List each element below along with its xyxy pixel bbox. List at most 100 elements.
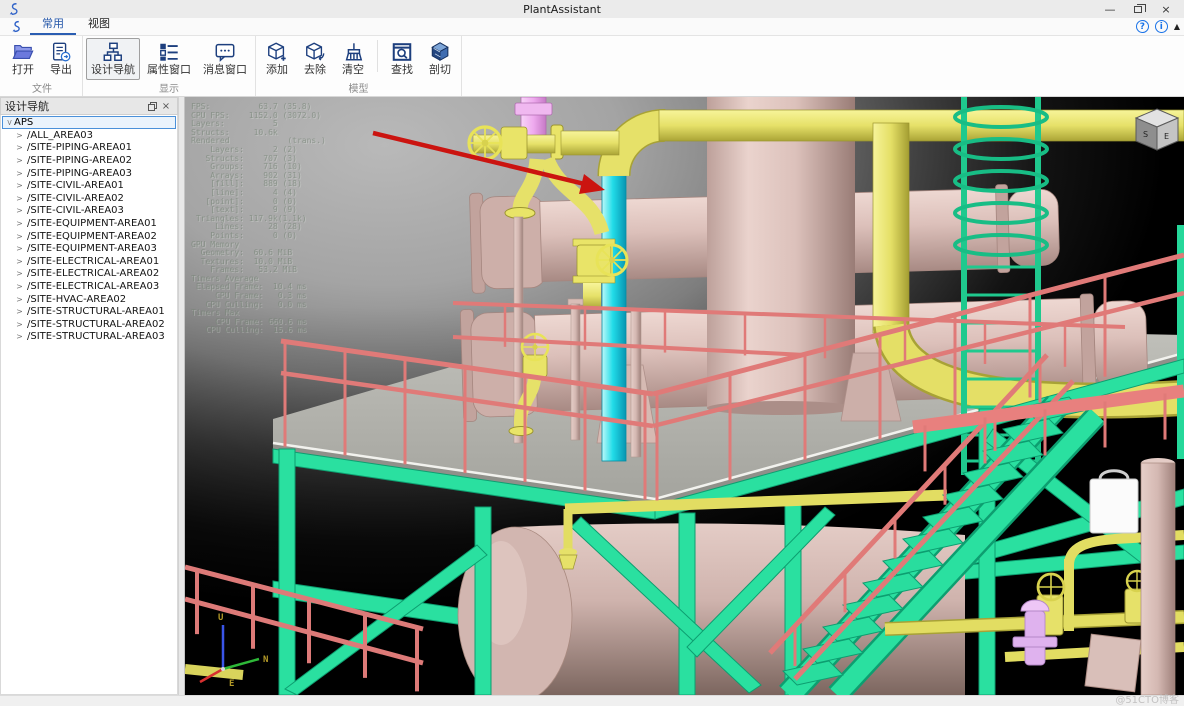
group-inner-separator xyxy=(377,40,378,72)
view-cube[interactable]: S E xyxy=(1136,109,1178,150)
tree-item[interactable]: >/SITE-PIPING-AREA02 xyxy=(1,154,177,167)
tree-item[interactable]: >/SITE-STRUCTURAL-AREA03 xyxy=(1,331,177,344)
tan-riser-pipe xyxy=(1141,463,1175,695)
plant-assistant-window: PlantAssistant — × 常用 视图 ? i ▲ 打开导出文件设计导… xyxy=(0,0,1184,706)
distillation-column[interactable] xyxy=(707,97,855,415)
ribbon-button-clear-broom[interactable]: 清空 xyxy=(335,38,371,80)
info-icon[interactable]: i xyxy=(1155,20,1168,33)
tree-item[interactable]: >/SITE-EQUIPMENT-AREA02 xyxy=(1,230,177,243)
ribbon-button-message-window[interactable]: 消息窗口 xyxy=(198,38,252,80)
ribbon-button-property-window[interactable]: 属性窗口 xyxy=(142,38,196,80)
tree-item[interactable]: >/SITE-CIVIL-AREA01 xyxy=(1,179,177,192)
chevron-right-icon[interactable]: > xyxy=(15,206,24,215)
chevron-right-icon[interactable]: > xyxy=(15,219,24,228)
tree-root-item[interactable]: > APS xyxy=(2,116,176,129)
chevron-down-icon[interactable]: > xyxy=(5,118,14,127)
3d-viewport[interactable]: U N E S E FPS: 63 xyxy=(185,97,1184,695)
chevron-right-icon[interactable]: > xyxy=(15,307,24,316)
chevron-right-icon[interactable]: > xyxy=(15,156,24,165)
tree-item[interactable]: >/SITE-ELECTRICAL-AREA02 xyxy=(1,268,177,281)
clear-broom-icon xyxy=(342,41,364,63)
tree-item-label: /SITE-CIVIL-AREA03 xyxy=(27,205,124,216)
ribbon-button-remove-cube[interactable]: 去除 xyxy=(297,38,333,80)
help-icon[interactable]: ? xyxy=(1136,20,1149,33)
chevron-right-icon[interactable]: > xyxy=(15,169,24,178)
app-logo-icon xyxy=(0,2,26,16)
axis-north-label: N xyxy=(263,655,268,665)
ribbon-group: 添加去除清空查找剖切模型 xyxy=(256,36,462,96)
chevron-right-icon[interactable]: > xyxy=(15,143,24,152)
ribbon-button-label: 查找 xyxy=(391,63,413,76)
axis-up-label: U xyxy=(218,613,223,623)
tree-item-label: /SITE-ELECTRICAL-AREA01 xyxy=(27,256,159,267)
tree-item[interactable]: >/SITE-CIVIL-AREA02 xyxy=(1,192,177,205)
close-panel-icon[interactable]: × xyxy=(159,101,173,112)
tree-item[interactable]: >/SITE-ELECTRICAL-AREA01 xyxy=(1,255,177,268)
ribbon-button-label: 设计导航 xyxy=(91,63,135,76)
tree-item[interactable]: >/SITE-CIVIL-AREA03 xyxy=(1,205,177,218)
ribbon-button-add-cube[interactable]: 添加 xyxy=(259,38,295,80)
ribbon-button-design-nav[interactable]: 设计导航 xyxy=(86,38,140,80)
tree-item-label: /ALL_AREA03 xyxy=(27,130,93,141)
app-logo-small-icon[interactable] xyxy=(0,20,30,33)
chevron-right-icon[interactable]: > xyxy=(15,131,24,140)
tree-item[interactable]: >/SITE-PIPING-AREA01 xyxy=(1,142,177,155)
chevron-right-icon[interactable]: > xyxy=(15,295,24,304)
chevron-right-icon[interactable]: > xyxy=(15,181,24,190)
tree-item[interactable]: >/SITE-STRUCTURAL-AREA02 xyxy=(1,318,177,331)
message-window-icon xyxy=(214,41,236,63)
cube-south-face: S xyxy=(1143,130,1148,139)
tree-item-label: /SITE-EQUIPMENT-AREA01 xyxy=(27,218,157,229)
tree-item[interactable]: >/SITE-ELECTRICAL-AREA03 xyxy=(1,280,177,293)
ribbon-button-label: 导出 xyxy=(50,63,72,76)
collapse-ribbon-icon[interactable]: ▲ xyxy=(1174,22,1180,31)
minimize-button[interactable]: — xyxy=(1098,1,1122,17)
ribbon-button-open-folder[interactable]: 打开 xyxy=(5,38,41,80)
restore-button[interactable] xyxy=(1126,1,1150,17)
tree-item-label: /SITE-CIVIL-AREA02 xyxy=(27,193,124,204)
chevron-right-icon[interactable]: > xyxy=(15,269,24,278)
ribbon-group: 设计导航属性窗口消息窗口显示 xyxy=(83,36,256,96)
tree-item[interactable]: >/SITE-PIPING-AREA03 xyxy=(1,167,177,180)
tree-item-label: /SITE-STRUCTURAL-AREA02 xyxy=(27,319,165,330)
close-button[interactable]: × xyxy=(1154,1,1178,17)
remove-cube-icon xyxy=(304,41,326,63)
tree-item[interactable]: >/SITE-HVAC-AREA02 xyxy=(1,293,177,306)
ribbon-button-find[interactable]: 查找 xyxy=(384,38,420,80)
chevron-right-icon[interactable]: > xyxy=(15,282,24,291)
chevron-right-icon[interactable]: > xyxy=(15,320,24,329)
tree-item-label: /SITE-ELECTRICAL-AREA03 xyxy=(27,281,159,292)
chevron-right-icon[interactable]: > xyxy=(15,257,24,266)
tree-root-label: APS xyxy=(14,117,33,128)
ribbon-group: 打开导出文件 xyxy=(2,36,83,96)
tab-view[interactable]: 视图 xyxy=(76,14,122,35)
tree-item-label: /SITE-ELECTRICAL-AREA02 xyxy=(27,268,159,279)
panel-splitter[interactable] xyxy=(178,97,185,695)
section-cube-icon xyxy=(429,41,451,63)
float-panel-icon[interactable] xyxy=(145,102,159,111)
ribbon-tab-row: 常用 视图 ? i ▲ xyxy=(0,18,1184,36)
ribbon-button-label: 剖切 xyxy=(429,63,451,76)
3d-scene[interactable]: U N E S E xyxy=(185,97,1184,695)
property-window-icon xyxy=(158,41,180,63)
status-bar: @51CTO博客 xyxy=(0,695,1184,706)
ribbon-button-export[interactable]: 导出 xyxy=(43,38,79,80)
chevron-right-icon[interactable]: > xyxy=(15,194,24,203)
ribbon-button-label: 打开 xyxy=(12,63,34,76)
highlighted-pipe[interactable] xyxy=(602,147,626,461)
chevron-right-icon[interactable]: > xyxy=(15,332,24,341)
ribbon-button-label: 属性窗口 xyxy=(147,63,191,76)
tree-item[interactable]: >/SITE-EQUIPMENT-AREA01 xyxy=(1,217,177,230)
open-folder-icon xyxy=(12,41,34,63)
valve-handwheel xyxy=(469,127,501,159)
tree-item-label: /SITE-STRUCTURAL-AREA03 xyxy=(27,331,165,342)
tree-item-label: /SITE-HVAC-AREA02 xyxy=(27,294,126,305)
tree-item[interactable]: >/ALL_AREA03 xyxy=(1,129,177,142)
tree-item[interactable]: >/SITE-EQUIPMENT-AREA03 xyxy=(1,242,177,255)
tab-common[interactable]: 常用 xyxy=(30,14,76,35)
ribbon-button-section-cube[interactable]: 剖切 xyxy=(422,38,458,80)
valve-handwheel xyxy=(1038,574,1064,600)
chevron-right-icon[interactable]: > xyxy=(15,232,24,241)
tree-item[interactable]: >/SITE-STRUCTURAL-AREA01 xyxy=(1,305,177,318)
chevron-right-icon[interactable]: > xyxy=(15,244,24,253)
